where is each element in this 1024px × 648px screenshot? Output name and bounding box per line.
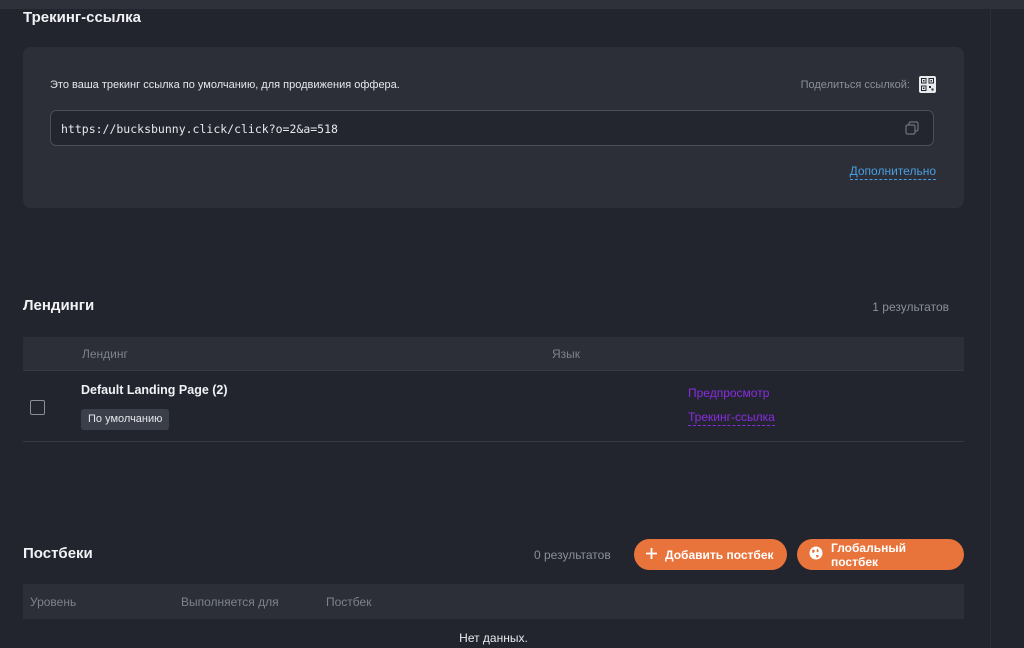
- tracking-url-text[interactable]: https://bucksbunny.click/click?o=2&a=518: [61, 122, 338, 136]
- tracking-section-title: Трекинг-ссылка: [23, 9, 142, 26]
- more-options-link[interactable]: Дополнительно: [849, 164, 936, 180]
- column-header-applies-to: Выполняется для: [181, 595, 279, 609]
- tracking-link-card: Это ваша трекинг ссылка по умолчанию, дл…: [23, 47, 964, 208]
- right-divider: [990, 9, 991, 648]
- share-link-label: Поделиться ссылкой:: [800, 78, 910, 91]
- top-bar: [0, 0, 1024, 9]
- default-badge: По умолчанию: [81, 409, 170, 430]
- postbacks-results-count: 0 результатов: [534, 548, 611, 562]
- qr-code-icon[interactable]: [919, 76, 936, 93]
- share-link: Поделиться ссылкой:: [801, 76, 936, 93]
- copy-icon[interactable]: [905, 121, 919, 135]
- column-header-language: Язык: [552, 347, 581, 361]
- landings-table-header: Лендинг Язык: [23, 337, 964, 370]
- plus-icon: [645, 547, 658, 562]
- row-checkbox[interactable]: [30, 400, 45, 415]
- add-postback-label: Добавить постбек: [665, 547, 774, 562]
- empty-state-text: Нет данных.: [459, 631, 528, 645]
- landing-name: Default Landing Page (2): [81, 383, 228, 397]
- column-header-landing: Лендинг: [82, 347, 128, 361]
- tracking-link-description: Это ваша трекинг ссылка по умолчанию, дл…: [50, 79, 400, 91]
- column-header-postback: Постбек: [326, 595, 372, 609]
- table-divider: [23, 441, 964, 442]
- global-postback-label: Глобальный постбек: [831, 540, 906, 569]
- landings-section-title: Лендинги: [23, 297, 95, 314]
- postbacks-table-header: Уровень Выполняется для Постбек: [23, 584, 964, 619]
- globe-icon: [809, 546, 823, 563]
- column-header-level: Уровень: [30, 595, 77, 609]
- landing-tracking-link[interactable]: Трекинг-ссылка: [688, 410, 775, 426]
- postbacks-section-title: Постбеки: [23, 545, 93, 562]
- add-postback-button[interactable]: Добавить постбек: [634, 539, 787, 570]
- tracking-url-field[interactable]: https://bucksbunny.click/click?o=2&a=518: [50, 110, 934, 146]
- preview-link[interactable]: Предпросмотр: [688, 386, 769, 400]
- landings-results-count: 1 результатов: [872, 300, 949, 314]
- global-postback-button[interactable]: Глобальный постбек: [797, 539, 964, 570]
- table-divider: [23, 370, 964, 371]
